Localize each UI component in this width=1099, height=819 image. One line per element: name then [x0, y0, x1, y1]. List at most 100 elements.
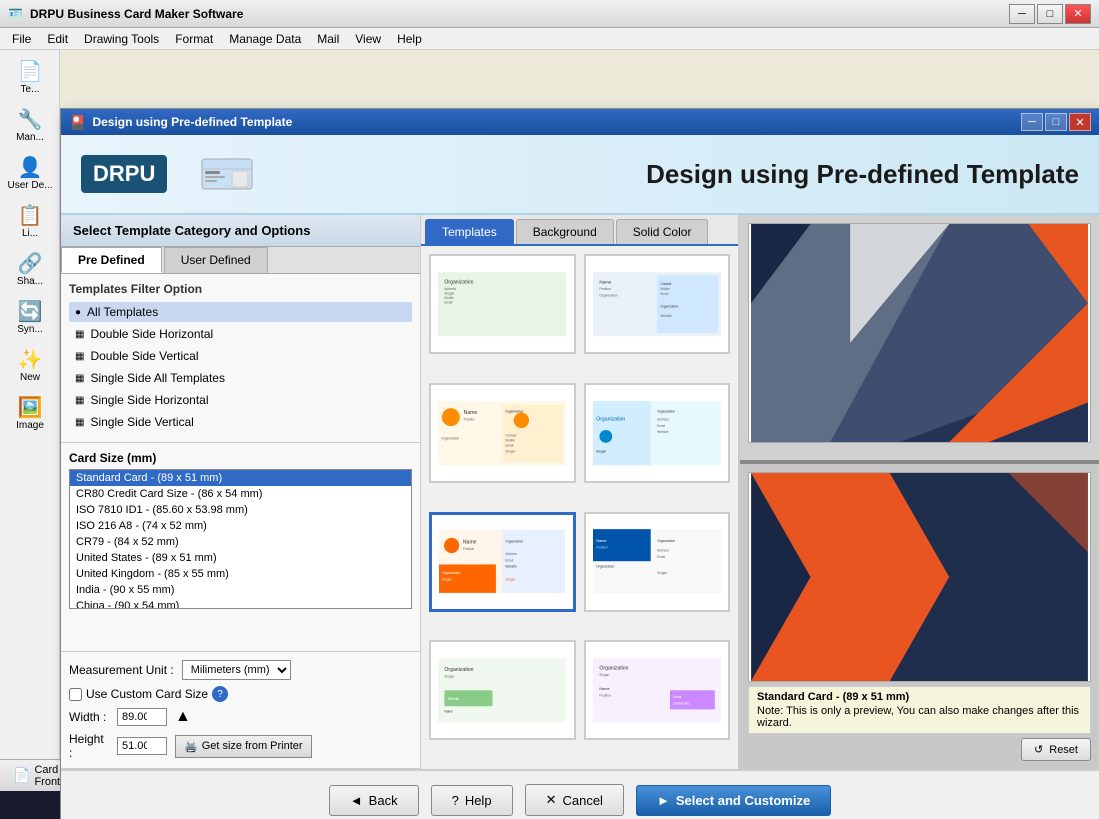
template-card-6[interactable]: Name Position Organization Organization …	[584, 512, 731, 612]
svg-text:Address: Address	[657, 549, 669, 553]
svg-text:Position: Position	[599, 287, 611, 291]
svg-text:Organization: Organization	[596, 416, 625, 422]
sidebar-item-new[interactable]: ✨ New	[2, 342, 58, 388]
svg-text:Contact: Contact	[505, 433, 516, 437]
width-input[interactable]	[117, 708, 167, 726]
template-card-5[interactable]: Name Position Organization Slogan Organi…	[429, 512, 576, 612]
menu-edit[interactable]: Edit	[39, 30, 76, 48]
template-card-3[interactable]: Name Position Organization Organization …	[429, 383, 576, 483]
filter-single-v[interactable]: ▦ Single Side Vertical	[69, 412, 412, 432]
svg-text:Address: Address	[657, 417, 669, 421]
category-label: Select Template Category and Options	[73, 223, 310, 238]
card-size-list[interactable]: Standard Card - (89 x 51 mm) CR80 Credit…	[69, 469, 412, 609]
svg-text:Email: Email	[673, 695, 681, 699]
menu-view[interactable]: View	[347, 30, 389, 48]
menu-help[interactable]: Help	[389, 30, 430, 48]
filter-label-sh: Single Side Horizontal	[90, 393, 208, 407]
template-card-2[interactable]: Name Position Organization Contact Mobil…	[584, 254, 731, 354]
height-input[interactable]	[117, 737, 167, 755]
svg-text:Position: Position	[464, 417, 476, 421]
template-card-7[interactable]: Organization Slogan Website Name	[429, 640, 576, 740]
sidebar-item-user-defined[interactable]: 👤 User De...	[2, 150, 58, 196]
filter-double-h[interactable]: ▦ Double Side Horizontal	[69, 324, 412, 344]
help-button[interactable]: ? Help	[431, 785, 513, 816]
sidebar-label-user: User De...	[7, 180, 52, 191]
template-card-4[interactable]: Organization Slogan Organization Address…	[584, 383, 731, 483]
svg-text:Name: Name	[464, 410, 478, 416]
menu-manage-data[interactable]: Manage Data	[221, 30, 309, 48]
card-size-cr80[interactable]: CR80 Credit Card Size - (86 x 54 mm)	[70, 486, 411, 502]
card-size-china[interactable]: China - (90 x 54 mm)	[70, 598, 411, 609]
filter-double-v[interactable]: ▦ Double Side Vertical	[69, 346, 412, 366]
drpu-logo: DRPU	[81, 155, 167, 193]
filter-label-all: All Templates	[87, 305, 158, 319]
menu-drawing-tools[interactable]: Drawing Tools	[76, 30, 167, 48]
tab-background[interactable]: Background	[516, 219, 614, 244]
card-size-uk[interactable]: United Kingdom - (85 x 55 mm)	[70, 566, 411, 582]
reset-icon: ↺	[1034, 743, 1043, 756]
svg-text:Slogan: Slogan	[442, 577, 452, 581]
tab-predefined[interactable]: Pre Defined	[61, 247, 162, 273]
measurement-section: Measurement Unit : Milimeters (mm) Inche…	[61, 652, 420, 769]
filter-single-h[interactable]: ▦ Single Side Horizontal	[69, 390, 412, 410]
template-card-8[interactable]: Organization Slogan Name Position Email …	[584, 640, 731, 740]
card-size-iso7810[interactable]: ISO 7810 ID1 - (85.60 x 53.98 mm)	[70, 502, 411, 518]
menu-file[interactable]: File	[4, 30, 39, 48]
menu-mail[interactable]: Mail	[309, 30, 347, 48]
svg-text:Slogan: Slogan	[657, 571, 667, 575]
custom-size-checkbox[interactable]	[69, 688, 82, 701]
template-card-1[interactable]: Organization Address Slogan Mobile Email…	[429, 254, 576, 354]
minimize-button[interactable]: ─	[1009, 4, 1035, 24]
svg-text:Organization: Organization	[657, 539, 675, 543]
svg-text:Organization: Organization	[599, 293, 617, 297]
category-header: Select Template Category and Options	[61, 215, 420, 247]
maximize-button[interactable]: □	[1037, 4, 1063, 24]
svg-text:Slogan: Slogan	[599, 673, 609, 677]
card-size-india[interactable]: India - (90 x 55 mm)	[70, 582, 411, 598]
help-label: Help	[465, 793, 492, 808]
get-size-button[interactable]: 🖨️ Get size from Printer	[175, 735, 312, 758]
sync-icon: 🔄	[5, 299, 55, 324]
sidebar-label-man: Man...	[16, 132, 44, 143]
dialog-maximize-button[interactable]: □	[1045, 113, 1067, 131]
menu-format[interactable]: Format	[167, 30, 221, 48]
measurement-select[interactable]: Milimeters (mm) Inches Centimeters	[182, 660, 291, 680]
sidebar-item-manage[interactable]: 🔧 Man...	[2, 102, 58, 148]
card-size-cr79[interactable]: CR79 - (84 x 52 mm)	[70, 534, 411, 550]
svg-text:Name: Name	[599, 687, 609, 691]
tab-solid-color[interactable]: Solid Color	[616, 219, 709, 244]
li-icon: 📋	[5, 203, 55, 228]
close-button[interactable]: ✕	[1065, 4, 1091, 24]
back-icon: ◄	[350, 793, 363, 808]
dialog-close-button[interactable]: ✕	[1069, 113, 1091, 131]
help-icon[interactable]: ?	[212, 686, 228, 702]
tab-userdefined[interactable]: User Defined	[164, 247, 268, 273]
card-size-section: Card Size (mm) Standard Card - (89 x 51 …	[61, 443, 420, 652]
image-icon: 🖼️	[5, 395, 55, 420]
filter-icon-dh: ▦	[75, 329, 84, 340]
width-up-arrow[interactable]: ▲	[175, 708, 191, 726]
width-label: Width :	[69, 710, 109, 724]
card-size-iso216[interactable]: ISO 216 A8 - (74 x 52 mm)	[70, 518, 411, 534]
select-customize-button[interactable]: ► Select and Customize	[636, 785, 831, 816]
get-size-label: Get size from Printer	[202, 740, 303, 752]
filter-single-all[interactable]: ▦ Single Side All Templates	[69, 368, 412, 388]
sidebar-item-share[interactable]: 🔗 Sha...	[2, 246, 58, 292]
dialog-minimize-button[interactable]: ─	[1021, 113, 1043, 131]
width-row: Width : ▲	[69, 708, 412, 726]
custom-size-row: Use Custom Card Size ?	[69, 686, 412, 702]
sidebar-item-sync[interactable]: 🔄 Syn...	[2, 294, 58, 340]
reset-button[interactable]: ↺ Reset	[1021, 738, 1091, 761]
sidebar-item-image[interactable]: 🖼️ Image	[2, 390, 58, 436]
height-label: Height :	[69, 732, 109, 760]
card-size-standard[interactable]: Standard Card - (89 x 51 mm)	[70, 470, 411, 486]
card-size-us[interactable]: United States - (89 x 51 mm)	[70, 550, 411, 566]
svg-text:Slogan: Slogan	[445, 674, 455, 678]
filter-all-templates[interactable]: ● All Templates	[69, 302, 412, 322]
svg-text:Slogan: Slogan	[505, 449, 515, 453]
cancel-button[interactable]: ✕ Cancel	[525, 784, 624, 816]
tab-templates[interactable]: Templates	[425, 219, 514, 244]
sidebar-item-li[interactable]: 📋 Li...	[2, 198, 58, 244]
back-button[interactable]: ◄ Back	[329, 785, 419, 816]
sidebar-item-templates[interactable]: 📄 Te...	[2, 54, 58, 100]
